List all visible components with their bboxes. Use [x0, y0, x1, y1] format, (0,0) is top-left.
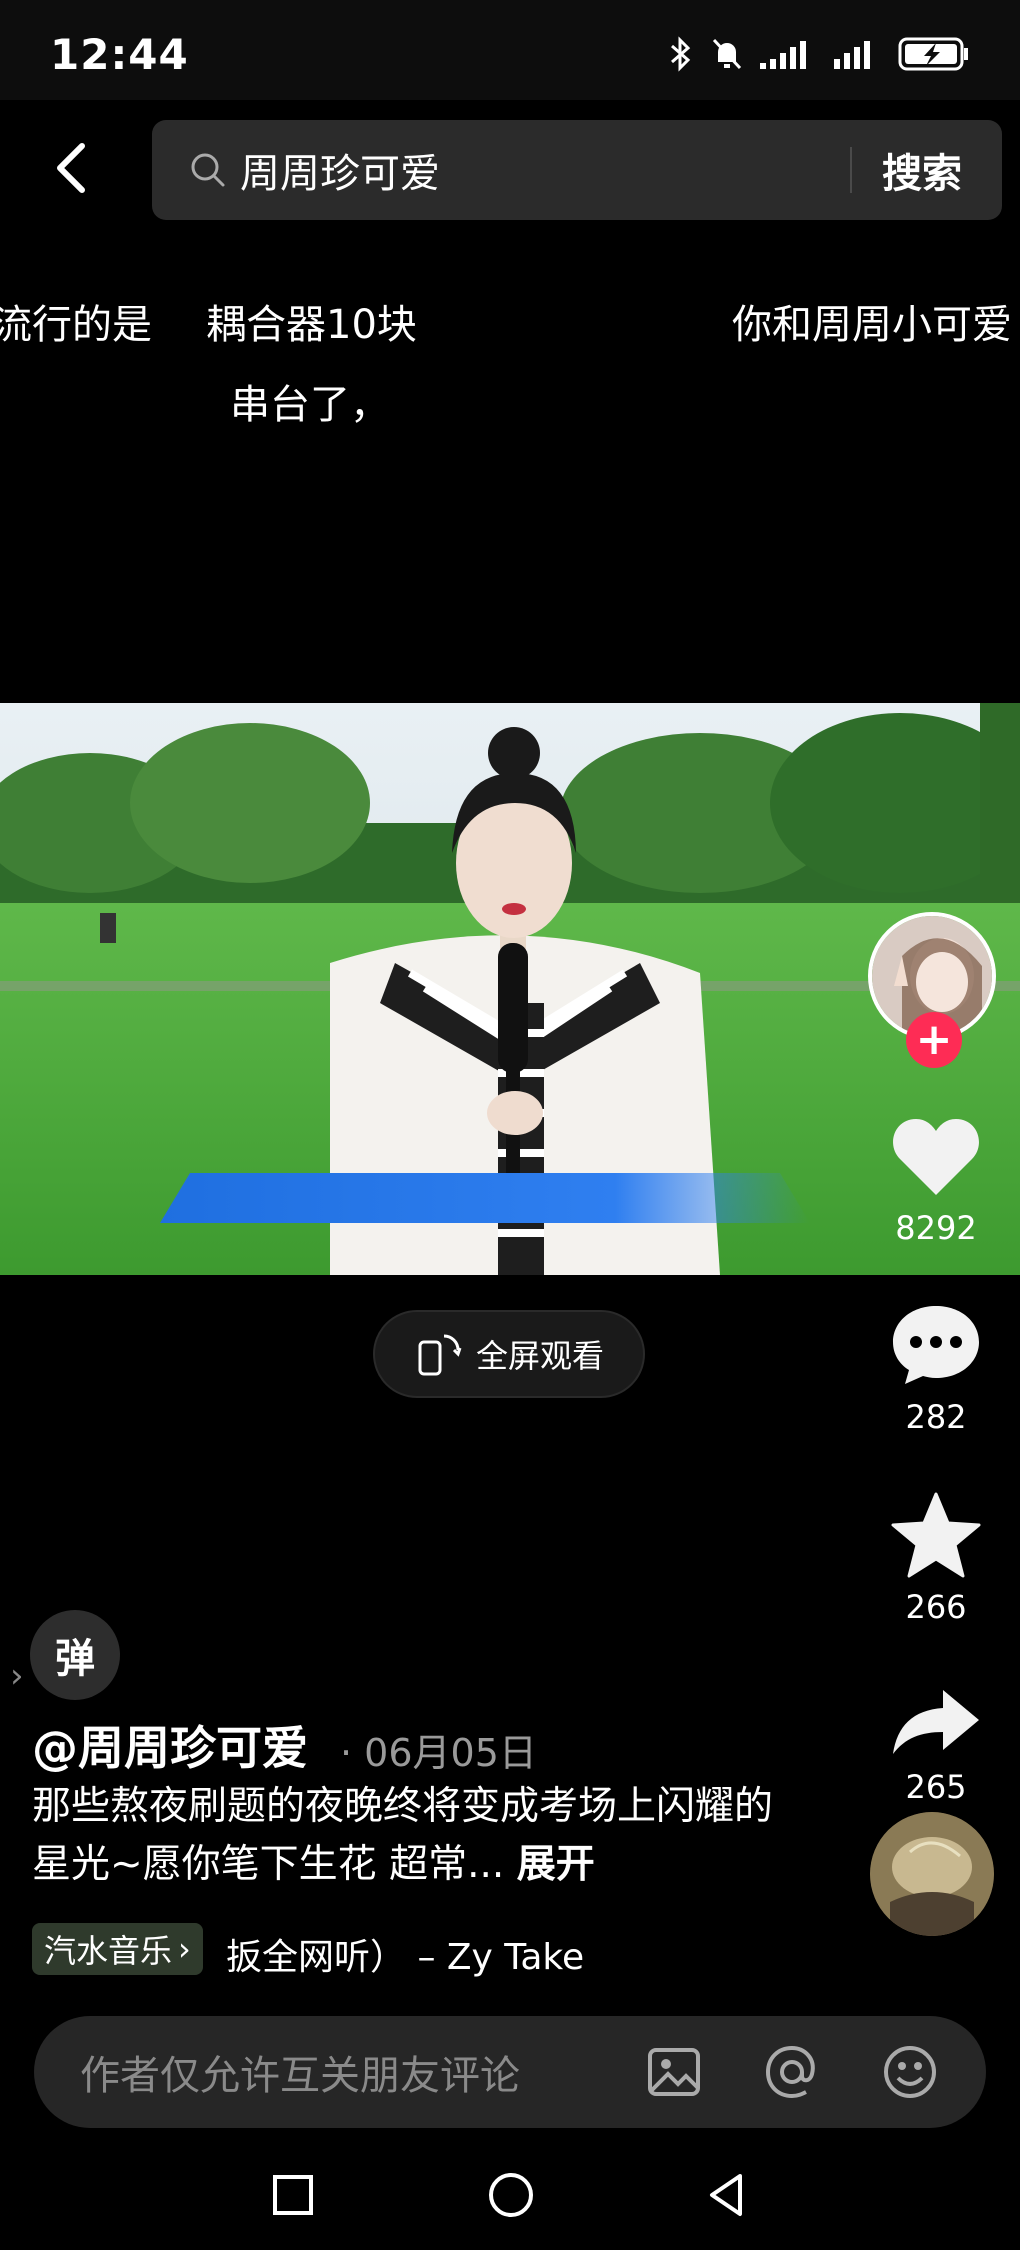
danmaku-toggle-label: 弹: [55, 1636, 95, 1682]
danmaku-toggle-button[interactable]: 弹: [30, 1610, 120, 1700]
description-text: 那些熬夜刷题的夜晚终将变成考场上闪耀的星光~愿你笔下生花 超常...: [32, 1784, 774, 1887]
search-box[interactable]: 周周珍可爱 搜索: [152, 120, 1002, 220]
like-button[interactable]: 8292: [866, 1115, 1006, 1247]
follow-plus-button[interactable]: +: [906, 1012, 962, 1068]
danmaku-comment: 耦合器10块: [206, 302, 417, 348]
rotate-phone-icon: [418, 1334, 462, 1376]
battery-charging-icon: [898, 37, 968, 71]
share-button[interactable]: 265: [866, 1686, 1006, 1806]
comment-input[interactable]: 作者仅允许互关朋友评论: [80, 2043, 644, 2101]
mute-bell-icon: [712, 38, 742, 70]
like-count: 8292: [895, 1209, 977, 1247]
heart-icon: [893, 1119, 979, 1195]
image-icon[interactable]: [644, 2042, 704, 2102]
status-time: 12:44: [50, 30, 189, 79]
music-cover-image: [870, 1812, 994, 1936]
comment-bubble-icon: [893, 1306, 979, 1384]
bluetooth-icon: [671, 36, 691, 72]
chevron-right-icon: ›: [178, 1930, 191, 1968]
danmaku-comment: 流行的是: [0, 302, 152, 348]
search-input[interactable]: 周周珍可爱: [240, 141, 850, 199]
fullscreen-button[interactable]: 全屏观看: [373, 1310, 645, 1398]
emoji-icon[interactable]: [880, 2042, 940, 2102]
music-tag-label: 汽水音乐: [44, 1932, 173, 1970]
music-disc[interactable]: [870, 1812, 994, 1936]
chevron-right-icon[interactable]: ›: [10, 1656, 24, 1696]
search-divider: [850, 147, 852, 193]
favorite-button[interactable]: 266: [866, 1492, 1006, 1626]
star-icon: [891, 1492, 981, 1578]
signal-1-icon: [760, 41, 806, 69]
comment-input-bar[interactable]: 作者仅允许互关朋友评论: [34, 2016, 986, 2128]
at-mention-icon[interactable]: [762, 2042, 822, 2102]
post-description: 那些熬夜刷题的夜晚终将变成考场上闪耀的星光~愿你笔下生花 超常... 展开: [32, 1778, 792, 1894]
share-count: 265: [905, 1768, 967, 1806]
back-triangle-icon[interactable]: [706, 2172, 746, 2218]
music-tag[interactable]: 汽水音乐 ›: [32, 1923, 203, 1975]
comment-count: 282: [905, 1398, 967, 1436]
search-icon: [191, 153, 225, 187]
expand-link[interactable]: 展开: [517, 1842, 595, 1887]
music-track[interactable]: 扳全网听） – Zy Take: [226, 1928, 584, 1980]
status-icons: [668, 36, 970, 72]
danmaku-comment: 串台了，: [230, 382, 390, 428]
author-name[interactable]: @周周珍可爱: [32, 1712, 308, 1778]
back-arrow-icon[interactable]: [48, 140, 98, 196]
post-date: · 06月05日: [340, 1731, 537, 1775]
signal-2-icon: [834, 41, 870, 69]
danmaku-comment: 你和周周小可爱: [732, 302, 1012, 348]
search-button[interactable]: 搜索: [882, 141, 962, 199]
home-icon[interactable]: [488, 2172, 534, 2218]
comment-button[interactable]: 282: [866, 1302, 1006, 1436]
fullscreen-label: 全屏观看: [475, 1337, 604, 1375]
system-nav-bar: [0, 2150, 1020, 2250]
favorite-count: 266: [905, 1588, 967, 1626]
share-arrow-icon: [893, 1690, 979, 1754]
recent-apps-icon[interactable]: [272, 2174, 314, 2216]
